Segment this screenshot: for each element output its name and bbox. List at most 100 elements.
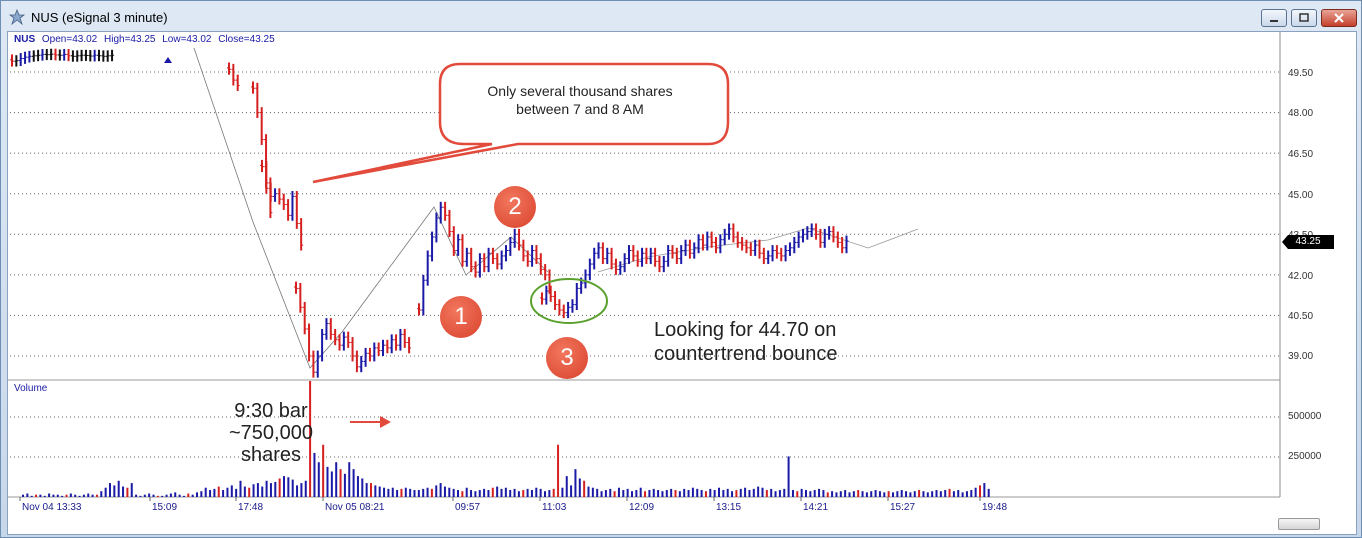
- price-bar: [286, 199, 291, 221]
- price-bar: [687, 239, 692, 259]
- price-bar: [460, 234, 465, 267]
- volume-bar: [474, 491, 477, 497]
- volume-bar: [787, 456, 790, 497]
- price-bar: [770, 245, 775, 262]
- volume-bar: [465, 487, 468, 497]
- volume-bar: [944, 490, 947, 497]
- time-tick: 15:09: [152, 502, 178, 513]
- volume-bar: [670, 488, 673, 497]
- volume-bar: [878, 491, 881, 497]
- price-bar: [570, 299, 575, 313]
- volume-bar: [587, 486, 590, 497]
- price-bar: [753, 239, 758, 256]
- volume-bar: [735, 490, 738, 497]
- volume-bar: [491, 487, 494, 497]
- price-bar: [731, 223, 736, 243]
- price-bar: [740, 236, 745, 251]
- volume-bar: [791, 490, 794, 497]
- volume-bar: [117, 480, 120, 497]
- volume-bar: [752, 488, 755, 497]
- scrollbar-thumb[interactable]: [1278, 518, 1320, 530]
- volume-bar: [48, 493, 51, 497]
- volume-bar: [965, 491, 968, 497]
- price-bar: [657, 255, 662, 273]
- price-bar: [683, 239, 688, 256]
- price-bar: [259, 107, 264, 146]
- volume-bar: [591, 487, 594, 497]
- price-tick: 45.00: [1288, 190, 1314, 201]
- volume-bar: [239, 480, 242, 497]
- price-bar: [277, 188, 282, 205]
- chart-area[interactable]: NUS Open=43.02 High=43.25 Low=43.02 Clos…: [7, 31, 1357, 535]
- volume-bar: [535, 487, 538, 497]
- volume-bar: [974, 487, 977, 497]
- volume-bar: [970, 490, 973, 497]
- price-bar: [525, 250, 530, 267]
- volume-bar: [839, 491, 842, 497]
- volume-bar: [805, 490, 807, 497]
- volume-bar: [883, 492, 886, 497]
- price-bar: [809, 223, 814, 237]
- volume-bar: [648, 490, 651, 497]
- price-bar: [540, 292, 544, 305]
- time-tick: 09:57: [455, 502, 481, 513]
- volume-bar: [818, 488, 821, 497]
- price-tick: 40.50: [1288, 311, 1314, 322]
- target-annotation: Looking for 44.70 on countertrend bounce: [654, 319, 838, 365]
- volume-bar: [330, 471, 333, 497]
- volume-bar: [500, 488, 503, 497]
- minimize-button[interactable]: [1261, 9, 1287, 27]
- price-bar: [97, 49, 101, 62]
- volume-bar: [435, 485, 438, 497]
- price-bar: [774, 245, 779, 259]
- volume-bar: [61, 495, 64, 497]
- price-bar: [792, 236, 797, 254]
- price-bar: [398, 328, 403, 351]
- price-bar: [618, 261, 623, 275]
- volume-bar: [900, 490, 903, 497]
- volume-bar: [65, 494, 68, 497]
- open-value: Open=43.02: [41, 34, 98, 45]
- time-tick: 17:48: [238, 502, 264, 513]
- price-bar: [583, 269, 588, 289]
- price-bar: [661, 255, 666, 273]
- price-bar: [512, 228, 517, 248]
- maximize-button[interactable]: [1291, 9, 1317, 27]
- price-bar: [307, 323, 312, 362]
- volume-bar: [300, 483, 303, 497]
- price-bar: [443, 201, 448, 221]
- volume-bar: [413, 490, 416, 497]
- volume-bar: [822, 490, 825, 497]
- price-bar: [70, 50, 75, 62]
- price-bar: [779, 247, 784, 262]
- volume-bar: [426, 487, 429, 497]
- volume-bar: [122, 486, 125, 497]
- volume-bar: [439, 483, 442, 497]
- volume-bar: [109, 483, 111, 497]
- volume-bar: [52, 494, 55, 497]
- last-price-tag: 43.25: [1282, 235, 1334, 249]
- volume-bar: [961, 492, 964, 497]
- volume-bar: [948, 488, 951, 497]
- price-bar: [438, 201, 443, 224]
- volume-bar: [709, 488, 712, 497]
- close-button[interactable]: [1321, 9, 1357, 27]
- volume-bar: [731, 491, 734, 497]
- volume-bar: [826, 492, 829, 497]
- volume-bar: [718, 487, 720, 497]
- volume-bar: [335, 462, 338, 497]
- price-bar: [231, 63, 236, 86]
- price-bar: [101, 50, 106, 62]
- price-bar: [674, 247, 679, 265]
- price-bar: [796, 231, 801, 248]
- volume-bar: [565, 476, 568, 497]
- symbol-label: NUS: [14, 34, 36, 45]
- price-bar: [381, 339, 385, 356]
- price-bar: [600, 242, 605, 265]
- price-bar: [735, 231, 740, 248]
- volume-annotation: 9:30 bar ~750,000 shares: [229, 400, 313, 466]
- title-bar[interactable]: NUS (eSignal 3 minute): [1, 1, 1361, 31]
- volume-bar: [548, 490, 551, 497]
- marker-2: 2: [494, 186, 536, 228]
- volume-bar: [739, 488, 742, 497]
